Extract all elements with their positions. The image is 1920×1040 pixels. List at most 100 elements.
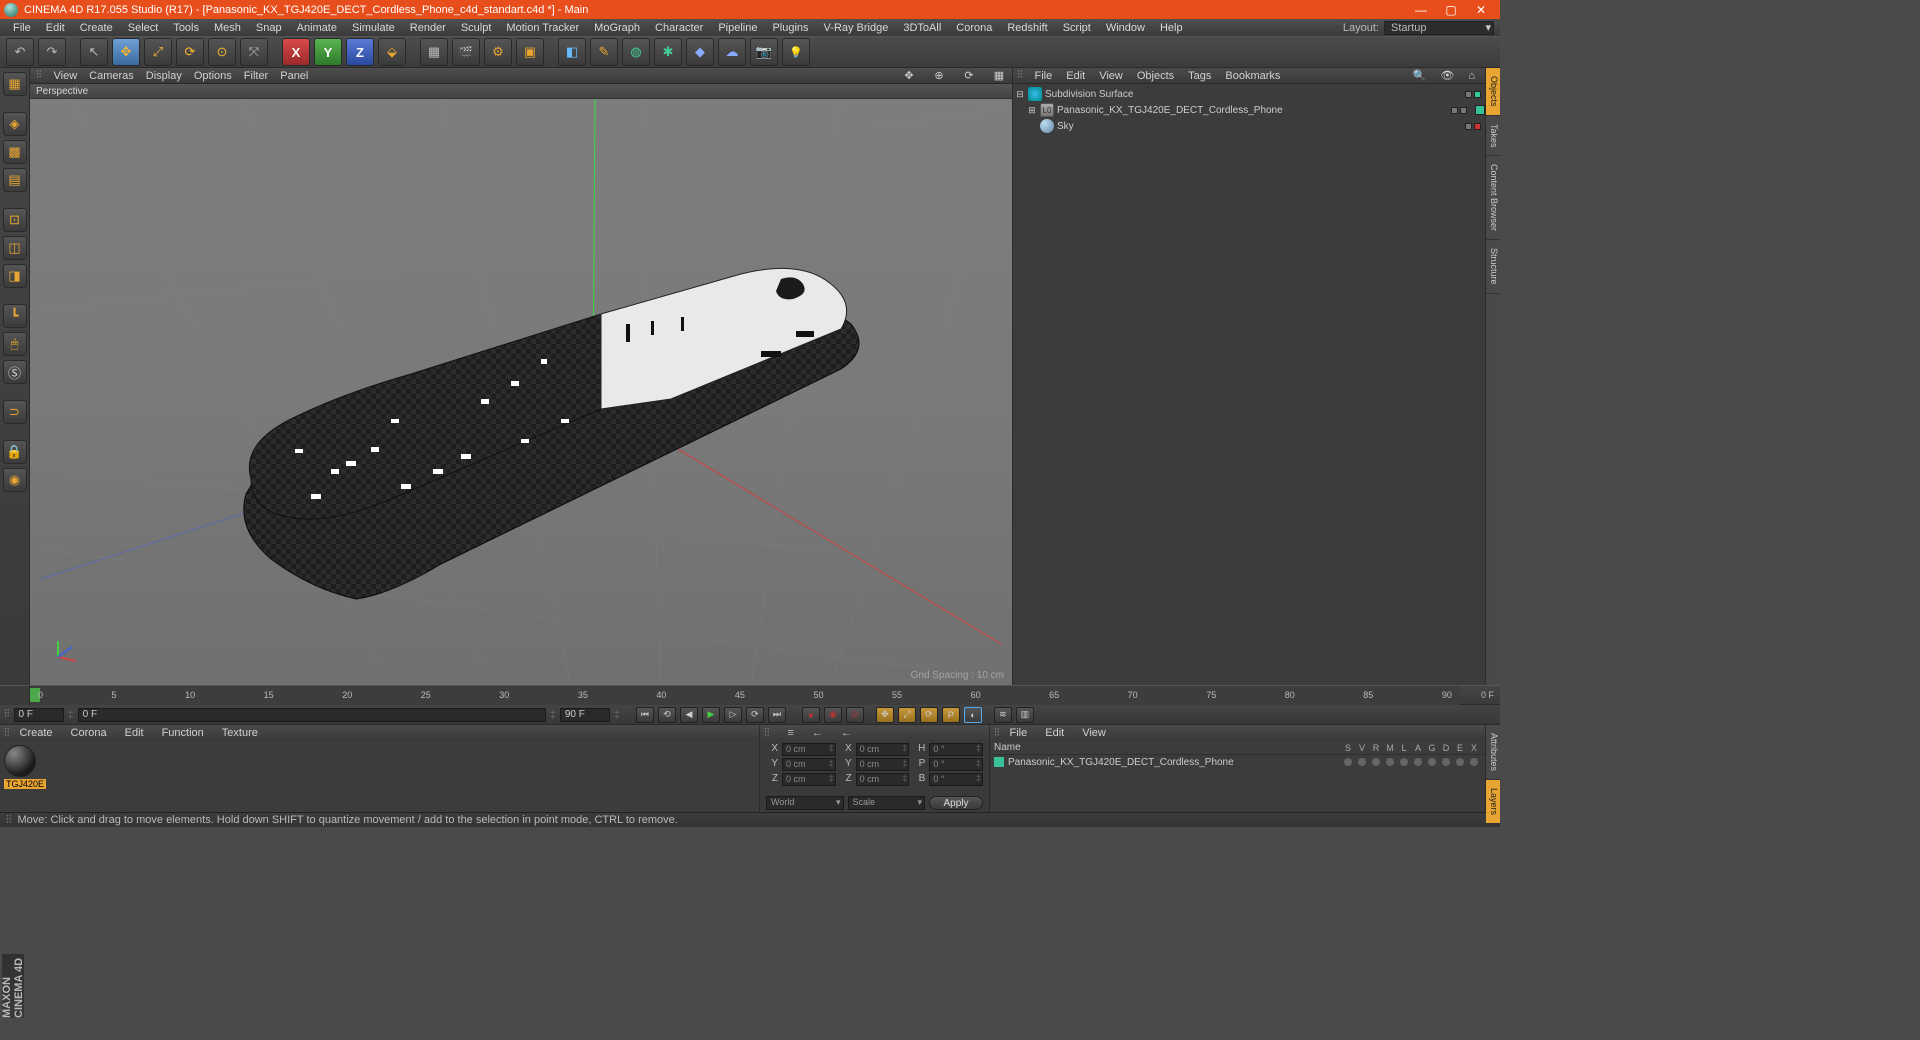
minimize-button[interactable]: — [1406, 0, 1436, 19]
frame-end-field[interactable] [560, 708, 610, 722]
keyframesel-button[interactable]: ◎ [846, 707, 864, 723]
attr-col-e[interactable]: E [1453, 743, 1467, 753]
menu-3dtoall[interactable]: 3DToAll [896, 21, 948, 35]
deformer-button[interactable]: ◆ [686, 38, 714, 66]
texture-mode-button[interactable]: ▩ [3, 140, 27, 164]
attr-col-v[interactable]: V [1355, 743, 1369, 753]
goto-end-button[interactable]: ⏭ [768, 707, 786, 723]
attrtab-edit[interactable]: Edit [1037, 727, 1072, 739]
mouse-tool-button[interactable]: 🖱 [3, 332, 27, 356]
panel-grip-icon[interactable]: ⫶⫶ [1017, 69, 1023, 82]
array-button[interactable]: ✱ [654, 38, 682, 66]
key-pla-button[interactable]: ◐ [964, 707, 982, 723]
pos-z-field[interactable]: 0 cm [782, 773, 836, 786]
play-button[interactable]: ▶ [702, 707, 720, 723]
layer-dot-e[interactable] [1456, 758, 1464, 766]
select-tool[interactable] [80, 38, 108, 66]
mattab-create[interactable]: Create [12, 727, 61, 739]
scale-tool[interactable] [144, 38, 172, 66]
attr-col-d[interactable]: D [1439, 743, 1453, 753]
attr-col-s[interactable]: S [1341, 743, 1355, 753]
menu-animate[interactable]: Animate [290, 21, 344, 35]
tree-row-subdiv[interactable]: ⊟ Subdivision Surface [1013, 86, 1485, 102]
objtab-bookmarks[interactable]: Bookmarks [1219, 70, 1286, 82]
menu-script[interactable]: Script [1056, 21, 1098, 35]
coord-scale-select[interactable]: Scale [848, 796, 926, 810]
vp-menu-options[interactable]: Options [194, 70, 232, 82]
rot-h-field[interactable]: 0 ° [929, 743, 983, 756]
menu-sculpt[interactable]: Sculpt [454, 21, 499, 35]
coord-mode-pos[interactable]: ≡ [788, 727, 794, 739]
coord-mode-size[interactable]: ← [812, 727, 823, 739]
render-settings-button[interactable]: ⚙ [484, 38, 512, 66]
coord-space-select[interactable]: World [766, 796, 844, 810]
vis-editor-dot[interactable] [1451, 107, 1458, 114]
undo-button[interactable]: ↶ [6, 38, 34, 66]
vp-nav-toggle-icon[interactable]: ▦ [992, 69, 1006, 83]
timeline[interactable]: 0510 152025 303540 455055 606570 758085 … [0, 685, 1500, 704]
attr-col-g[interactable]: G [1425, 743, 1439, 753]
vp-menu-display[interactable]: Display [146, 70, 182, 82]
objtab-file[interactable]: File [1029, 70, 1059, 82]
move-tool[interactable] [112, 38, 140, 66]
menu-mograph[interactable]: MoGraph [587, 21, 647, 35]
environment-button[interactable]: ☁ [718, 38, 746, 66]
obj-home-icon[interactable]: ⌂ [1462, 70, 1481, 82]
rot-p-field[interactable]: 0 ° [929, 758, 983, 771]
pos-y-field[interactable]: 0 cm [782, 758, 836, 771]
menu-plugins[interactable]: Plugins [765, 21, 815, 35]
attr-col-x[interactable]: X [1467, 743, 1481, 753]
vis-editor-dot[interactable] [1465, 123, 1472, 130]
menu-help[interactable]: Help [1153, 21, 1190, 35]
mattab-function[interactable]: Function [154, 727, 212, 739]
goto-start-button[interactable]: ⏮ [636, 707, 654, 723]
objtab-objects[interactable]: Objects [1131, 70, 1180, 82]
menu-redshift[interactable]: Redshift [1000, 21, 1054, 35]
sidetab-takes[interactable]: Takes [1486, 116, 1500, 157]
objtab-tags[interactable]: Tags [1182, 70, 1217, 82]
maximize-button[interactable]: ▢ [1436, 0, 1466, 19]
sidetab-content[interactable]: Content Browser [1486, 156, 1500, 240]
layer-dot-s[interactable] [1344, 758, 1352, 766]
vp-nav-rotate-icon[interactable]: ⟳ [962, 69, 976, 83]
generator-button[interactable]: ◍ [622, 38, 650, 66]
menu-vraybridge[interactable]: V-Ray Bridge [817, 21, 896, 35]
sidetab-structure[interactable]: Structure [1486, 240, 1500, 294]
tree-toggle[interactable]: ⊞ [1027, 105, 1037, 116]
menu-character[interactable]: Character [648, 21, 710, 35]
tree-label[interactable]: Sky [1057, 121, 1465, 132]
objtab-edit[interactable]: Edit [1060, 70, 1091, 82]
edge-mode-button[interactable]: ◫ [3, 236, 27, 260]
size-y-field[interactable]: 0 cm [856, 758, 910, 771]
goto-nextkey-button[interactable]: ⟳ [746, 707, 764, 723]
menu-select[interactable]: Select [121, 21, 166, 35]
vis-render-dot[interactable] [1460, 107, 1467, 114]
vp-menu-cameras[interactable]: Cameras [89, 70, 134, 82]
poly-mode-button[interactable]: ◨ [3, 264, 27, 288]
attr-layer-row[interactable]: Panasonic_KX_TGJ420E_DECT_Cordless_Phone [990, 755, 1485, 769]
axis-tool-button[interactable]: ┗ [3, 304, 27, 328]
menu-snap[interactable]: Snap [249, 21, 289, 35]
make-editable-button[interactable]: ▦ [3, 72, 27, 96]
objtab-view[interactable]: View [1093, 70, 1129, 82]
tree-row-phone[interactable]: ⊞ L0 Panasonic_KX_TGJ420E_DECT_Cordless_… [1013, 102, 1485, 118]
fcurve-button[interactable]: ≋ [994, 707, 1012, 723]
camera-button[interactable]: 📷 [750, 38, 778, 66]
render-region-button[interactable] [452, 38, 480, 66]
object-tree[interactable]: ⊟ Subdivision Surface ⊞ L0 Panasonic_KX_… [1013, 84, 1485, 685]
tree-label[interactable]: Panasonic_KX_TGJ420E_DECT_Cordless_Phone [1057, 105, 1451, 116]
layer-dot-r[interactable] [1372, 758, 1380, 766]
menu-pipeline[interactable]: Pipeline [711, 21, 764, 35]
texture-tag-icon[interactable] [1475, 105, 1485, 115]
add-cube-button[interactable]: ◧ [558, 38, 586, 66]
magnet-button[interactable]: ⊃ [3, 400, 27, 424]
vis-render-dot[interactable] [1474, 91, 1481, 98]
axis-x-toggle[interactable]: X [282, 38, 310, 66]
key-scale-button[interactable]: ⤢ [898, 707, 916, 723]
mattab-edit[interactable]: Edit [117, 727, 152, 739]
pos-x-field[interactable]: 0 cm [782, 743, 836, 756]
mattab-texture[interactable]: Texture [214, 727, 266, 739]
coord-system-button[interactable]: ⬙ [378, 38, 406, 66]
spline-pen-button[interactable] [590, 38, 618, 66]
obj-search-icon[interactable]: 🔍 [1407, 69, 1433, 82]
